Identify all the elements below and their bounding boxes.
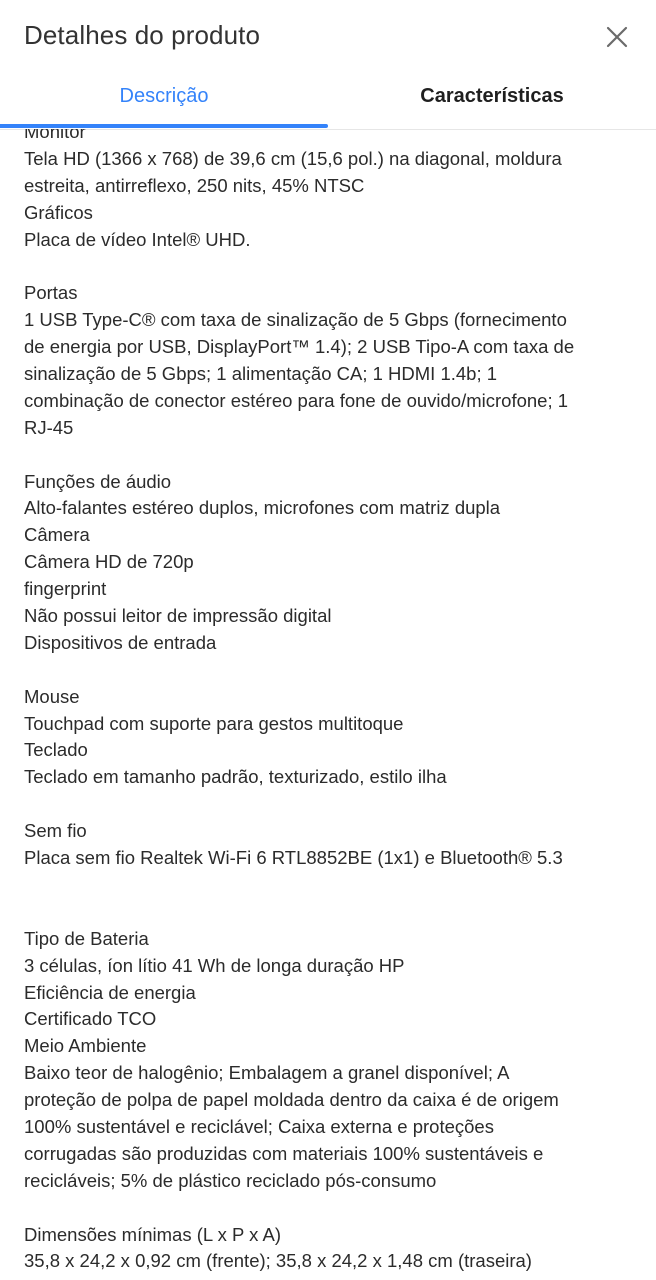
description-line: P (24, 1275, 644, 1280)
description-line: RJ-45 (24, 416, 74, 438)
description-line: 1 USB Type-C® com taxa de sinalização de… (24, 309, 567, 331)
description-line: Tipo de Bateria (24, 927, 149, 949)
description-line: proteção de polpa de papel moldada dentr… (24, 1089, 559, 1111)
description-panel[interactable]: Monitor Tela HD (1366 x 768) de 39,6 cm (… (0, 129, 656, 1280)
description-line: combinação de conector estéreo para fone… (24, 389, 569, 411)
close-icon (606, 26, 628, 48)
description-line: Baixo teor de halogênio; Embalagem a gra… (24, 1062, 510, 1084)
description-line: 3 células, íon lítio 41 Wh de longa dura… (24, 954, 405, 976)
description-line: Dispositivos de entrada (24, 631, 217, 653)
description-line: Gráficos (24, 201, 93, 223)
description-line: estreita, antirreflexo, 250 nits, 45% NT… (24, 174, 365, 196)
description-line: sinalização de 5 Gbps; 1 alimentação CA;… (24, 363, 498, 385)
description-line: Câmera HD de 720p (24, 551, 194, 573)
description-line: Funções de áudio (24, 470, 172, 492)
tab-bar: Descrição Características (0, 70, 656, 130)
description-line: Tela HD (1366 x 768) de 39,6 cm (15,6 po… (24, 147, 562, 169)
description-line: Alto-falantes estéreo duplos, microfones… (24, 497, 501, 519)
description-line: Câmera (24, 524, 90, 546)
description-line: 35,8 x 24,2 x 0,92 cm (frente); 35,8 x 2… (24, 1250, 532, 1272)
description-line: Mouse (24, 685, 80, 707)
description-line: Placa sem fio Realtek Wi-Fi 6 RTL8852BE … (24, 847, 563, 869)
description-line: Teclado (24, 739, 88, 761)
description-line: Teclado em tamanho padrão, texturizado, … (24, 766, 447, 788)
description-line: Touchpad com suporte para gestos multito… (24, 712, 404, 734)
description-line: Eficiência de energia (24, 981, 196, 1003)
description-line: Meio Ambiente (24, 1035, 147, 1057)
description-line: Não possui leitor de impressão digital (24, 605, 332, 627)
close-button[interactable] (600, 21, 634, 55)
description-line: corrugadas são produzidas com materiais … (24, 1142, 544, 1164)
page-title: Detalhes do produto (24, 20, 261, 50)
active-tab-indicator (0, 124, 328, 128)
description-line: de energia por USB, DisplayPort™ 1.4); 2… (24, 336, 575, 358)
tab-caracteristicas[interactable]: Características (328, 78, 656, 114)
description-line: Certificado TCO (24, 1008, 157, 1030)
description-line: Monitor (24, 129, 86, 142)
description-text: Monitor Tela HD (1366 x 768) de 39,6 cm (… (24, 129, 644, 1280)
description-line: Sem fio (24, 820, 87, 842)
description-line: 100% sustentável e reciclável; Caixa ext… (24, 1115, 494, 1137)
modal-header: Detalhes do produto (0, 0, 656, 70)
tab-descricao[interactable]: Descrição (0, 78, 328, 114)
description-line: Portas (24, 282, 78, 304)
description-line: Dimensões mínimas (L x P x A) (24, 1223, 282, 1245)
description-line: Placa de vídeo Intel® UHD. (24, 228, 251, 250)
description-line: recicláveis; 5% de plástico reciclado pó… (24, 1169, 437, 1191)
description-line: fingerprint (24, 578, 107, 600)
